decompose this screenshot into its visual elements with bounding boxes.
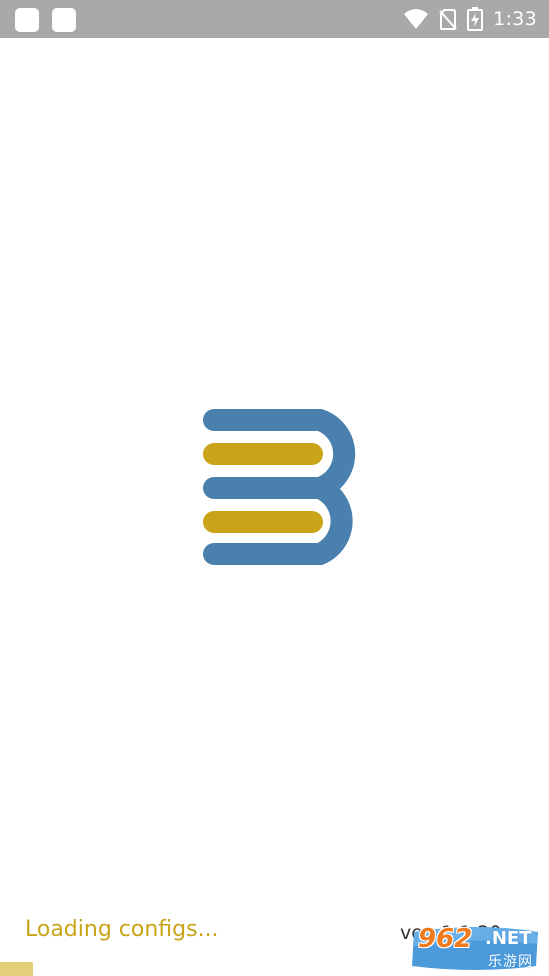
app-logo [200, 408, 360, 568]
status-icons: 1:33 [403, 0, 537, 38]
notification-icon [15, 8, 39, 32]
status-bar: 1:33 [0, 0, 549, 38]
watermark-subtitle: 乐游网 [488, 954, 533, 970]
watermark-number: 962 [418, 924, 473, 954]
watermark-suffix: .NET [485, 928, 532, 949]
watermark-logo: 962 .NET 乐游网 [410, 924, 542, 970]
status-clock: 1:33 [493, 8, 537, 30]
notification-icon [52, 8, 76, 32]
wifi-icon [403, 8, 429, 30]
splash-screen: 1:33 Loading configs... ver. 1.1.20 962 … [0, 0, 549, 976]
loading-status-text: Loading configs... [25, 917, 219, 942]
no-sim-icon [439, 8, 457, 30]
battery-charging-icon [467, 7, 484, 31]
loading-progress-fill [0, 962, 33, 976]
